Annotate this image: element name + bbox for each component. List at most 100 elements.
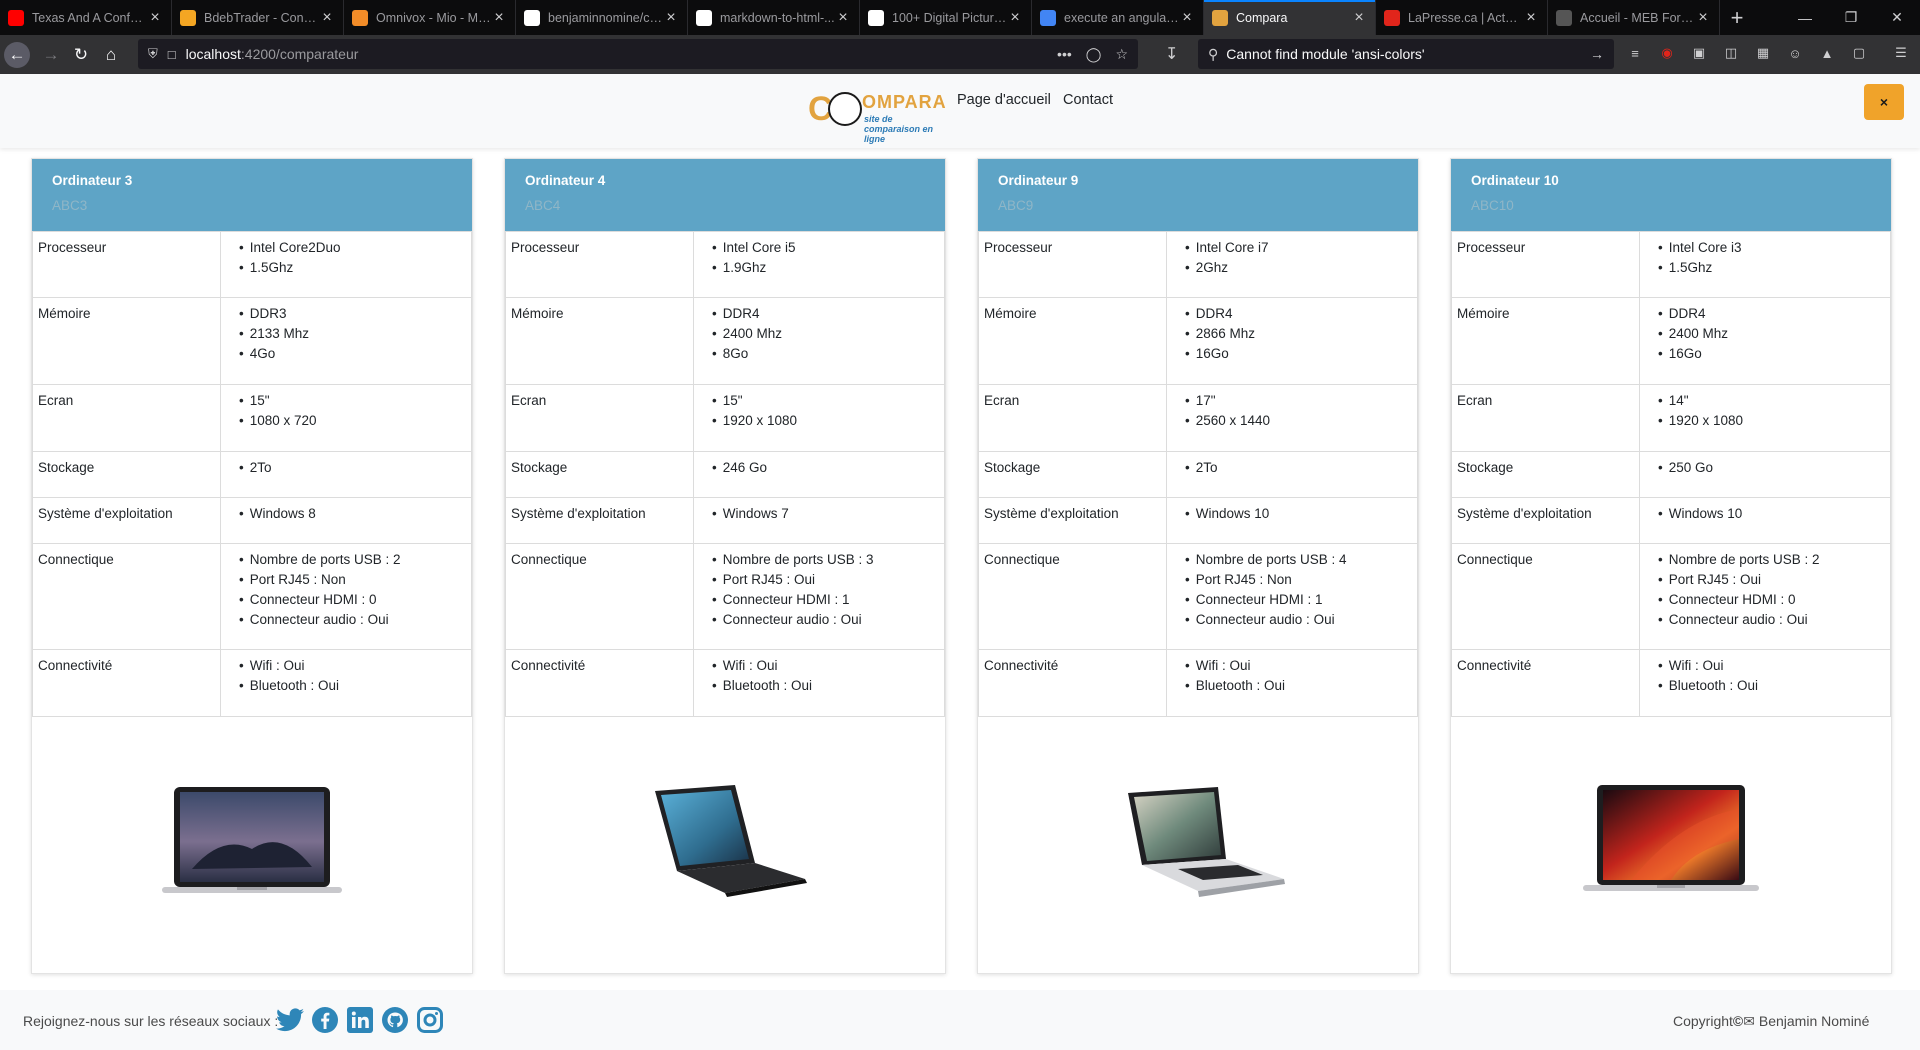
container-icon[interactable]: ▲: [1816, 42, 1838, 64]
logo-globe-icon: [828, 92, 862, 126]
spec-item: 1920 x 1080: [723, 411, 939, 431]
spec-item: Windows 10: [1196, 504, 1412, 524]
tab-close-icon[interactable]: ×: [1351, 9, 1367, 26]
browser-tab[interactable]: benjaminnomine/co... ×: [516, 0, 688, 35]
instagram-icon[interactable]: [416, 1006, 444, 1034]
search-go-icon[interactable]: →: [1590, 46, 1604, 62]
spec-row-os: Système d'exploitation Windows 8: [32, 497, 472, 544]
spec-item: 2Ghz: [1196, 258, 1412, 278]
specs-table: ProcesseurIntel Core i72GhzMémoireDDR428…: [978, 231, 1418, 717]
tab-close-icon[interactable]: ×: [1007, 9, 1023, 26]
tab-close-icon[interactable]: ×: [1695, 9, 1711, 26]
shield-icon[interactable]: ⛨: [148, 46, 158, 62]
github-icon[interactable]: [381, 1006, 409, 1034]
url-text[interactable]: localhost:4200/comparateur: [186, 46, 359, 62]
spec-item: Connecteur HDMI : 0: [250, 590, 466, 610]
ublock-icon[interactable]: ◉: [1656, 42, 1678, 64]
download-icon[interactable]: ↧: [1165, 44, 1178, 64]
back-arrow-icon[interactable]: ←: [4, 41, 30, 68]
menu-icon[interactable]: ☰: [1890, 42, 1912, 64]
reload-icon[interactable]: ↻: [66, 40, 96, 70]
email-icon[interactable]: ✉: [1743, 1013, 1755, 1029]
tab-close-icon[interactable]: ×: [319, 9, 335, 26]
tab-close-icon[interactable]: ×: [835, 9, 851, 26]
linkedin-icon[interactable]: [346, 1006, 374, 1034]
screenshot-icon[interactable]: ▢: [1848, 42, 1870, 64]
unsplash-icon: [868, 9, 884, 26]
spec-label: Ecran: [505, 384, 694, 452]
spec-row-processeur: ProcesseurIntel Core i31.5Ghz: [1451, 231, 1891, 298]
browser-tab[interactable]: execute an angular ... ×: [1032, 0, 1204, 35]
spec-value: 15"1920 x 1080: [693, 384, 945, 452]
translate-icon[interactable]: ▦: [1752, 42, 1774, 64]
spec-list: 17"2560 x 1440: [1172, 391, 1412, 431]
spec-list: Nombre de ports USB : 2Port RJ45 : OuiCo…: [1645, 550, 1885, 630]
tab-close-icon[interactable]: ×: [147, 9, 163, 26]
new-tab-button[interactable]: +: [1720, 0, 1754, 35]
url-bar[interactable]: ⛨ □ localhost:4200/comparateur ••• ◯ ☆: [138, 39, 1138, 69]
card-header: Ordinateur 9 ABC9: [978, 159, 1418, 231]
spec-list: DDR42400 Mhz16Go: [1645, 304, 1885, 364]
search-input[interactable]: Cannot find module 'ansi-colors': [1226, 46, 1424, 62]
twitter-icon[interactable]: [276, 1006, 304, 1034]
browser-tab[interactable]: Omnivox - Mio - Me... ×: [344, 0, 516, 35]
browser-tab[interactable]: Texas And A Confe... ×: [0, 0, 172, 35]
spec-list: 2To: [226, 458, 466, 478]
laptop-image: [625, 779, 825, 914]
pocket-icon[interactable]: ◯: [1086, 46, 1102, 63]
browser-tab[interactable]: Accueil - MEB Forma...×: [1548, 0, 1720, 35]
spec-value: 250 Go: [1639, 451, 1891, 498]
account-icon[interactable]: ☺: [1784, 42, 1806, 64]
home-icon[interactable]: ⌂: [96, 40, 126, 70]
browser-tab[interactable]: BdebTrader - Conso... ×: [172, 0, 344, 35]
forward-arrow-icon[interactable]: →: [36, 40, 66, 70]
tab-close-icon[interactable]: ×: [663, 9, 679, 26]
spec-list: Intel Core i31.5Ghz: [1645, 238, 1885, 278]
spec-row-connectivite: ConnectivitéWifi : OuiBluetooth : Oui: [505, 649, 945, 717]
card-header: Ordinateur 10 ABC10: [1451, 159, 1891, 231]
youtube-icon: [8, 9, 24, 26]
nav-contact-link[interactable]: Contact: [1063, 92, 1113, 108]
spec-list: Wifi : OuiBluetooth : Oui: [226, 656, 466, 696]
tab-close-icon[interactable]: ×: [491, 9, 507, 26]
facebook-icon[interactable]: [311, 1006, 339, 1034]
restore-button[interactable]: ❐: [1828, 0, 1874, 35]
browser-tab[interactable]: LaPresse.ca | Actuali... ×: [1376, 0, 1548, 35]
search-bar[interactable]: ⚲ Cannot find module 'ansi-colors' →: [1198, 39, 1614, 69]
copyright-label: Copyright: [1673, 1013, 1733, 1029]
spec-value: Nombre de ports USB : 2Port RJ45 : OuiCo…: [1639, 543, 1891, 650]
spec-item: 250 Go: [1669, 458, 1885, 478]
nav-home-link[interactable]: Page d'accueil: [957, 92, 1051, 108]
sidebar-icon[interactable]: ◫: [1720, 42, 1742, 64]
spec-item: Wifi : Oui: [723, 656, 939, 676]
spec-item: Intel Core i5: [723, 238, 939, 258]
compara-logo[interactable]: C OMPARA site de comparaison en ligne: [808, 88, 946, 144]
tab-title: Compara: [1236, 10, 1288, 25]
spec-label: Stockage: [505, 451, 694, 498]
spec-label: Stockage: [1451, 451, 1640, 498]
spec-item: Bluetooth : Oui: [1669, 676, 1885, 696]
spec-value: Windows 10: [1639, 497, 1891, 544]
more-actions-icon[interactable]: •••: [1057, 46, 1072, 63]
bookmark-star-icon[interactable]: ☆: [1115, 46, 1128, 63]
close-comparator-button[interactable]: ×: [1864, 84, 1904, 120]
spec-list: Nombre de ports USB : 3Port RJ45 : OuiCo…: [699, 550, 939, 630]
tab-close-icon[interactable]: ×: [1179, 9, 1195, 26]
spec-label: Stockage: [32, 451, 221, 498]
close-window-button[interactable]: ✕: [1874, 0, 1920, 35]
spec-label: Connectivité: [978, 649, 1167, 717]
spec-row-stockage: Stockage 2To: [978, 451, 1418, 498]
library-icon[interactable]: ≡: [1624, 42, 1646, 64]
minimize-button[interactable]: —: [1782, 0, 1828, 35]
card-title: Ordinateur 3: [52, 173, 133, 188]
browser-tab[interactable]: 100+ Digital Picture... ×: [860, 0, 1032, 35]
spec-value: Wifi : OuiBluetooth : Oui: [693, 649, 945, 717]
browser-tab[interactable]: Compara ×: [1204, 0, 1376, 35]
spec-list: 246 Go: [699, 458, 939, 478]
spec-item: 16Go: [1669, 344, 1885, 364]
spec-value: Windows 7: [693, 497, 945, 544]
tab-close-icon[interactable]: ×: [1523, 9, 1539, 26]
browser-tab[interactable]: markdown-to-html-... ×: [688, 0, 860, 35]
extension-icon[interactable]: ▣: [1688, 42, 1710, 64]
spec-item: 4Go: [250, 344, 466, 364]
